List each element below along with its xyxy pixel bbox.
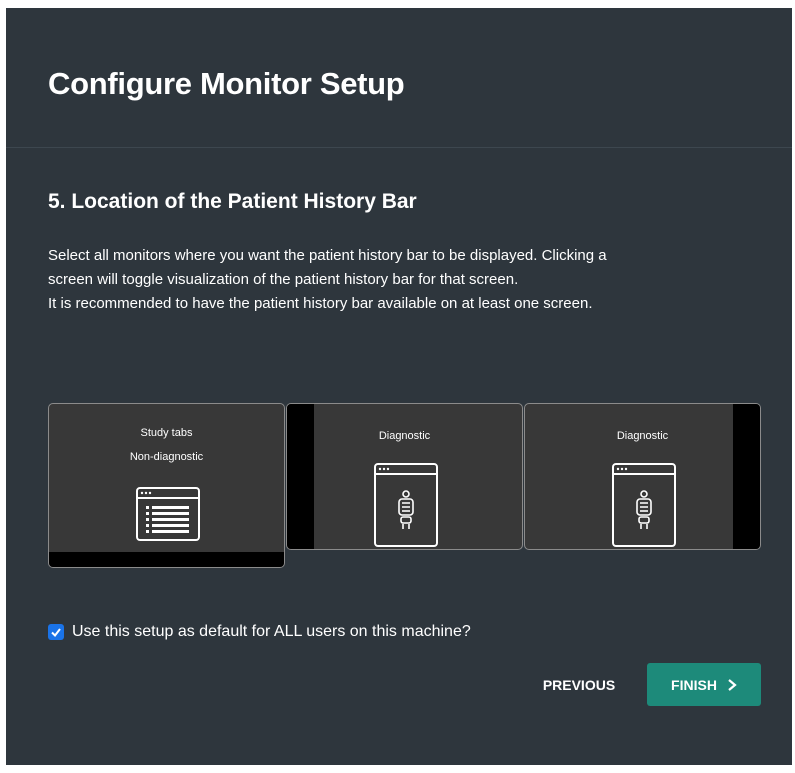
previous-button[interactable]: PREVIOUS xyxy=(526,663,632,706)
description-line: It is recommended to have the patient hi… xyxy=(48,295,593,312)
description-line: screen will toggle visualization of the … xyxy=(48,271,519,288)
monitor-2-diagnostic[interactable]: Diagnostic xyxy=(286,403,523,550)
description-line: Select all monitors where you want the p… xyxy=(48,247,607,264)
worklist-window-icon xyxy=(136,487,200,541)
step-description: Select all monitors where you want the p… xyxy=(48,244,748,316)
configure-monitor-dialog: Configure Monitor Setup 5. Location of t… xyxy=(6,8,792,765)
monitor-label: Diagnostic xyxy=(378,430,431,442)
monitor-sublabel: Non-diagnostic xyxy=(129,451,204,463)
xray-window-icon xyxy=(612,463,676,547)
patient-history-bar xyxy=(287,404,314,549)
monitor-3-diagnostic[interactable]: Diagnostic xyxy=(524,403,761,550)
finish-button-label: FINISH xyxy=(671,676,717,693)
finish-button[interactable]: FINISH xyxy=(647,663,761,706)
xray-window-icon xyxy=(374,463,438,547)
default-setup-label: Use this setup as default for ALL users … xyxy=(72,623,471,640)
monitor-label: Diagnostic xyxy=(616,430,669,442)
patient-history-bar xyxy=(733,404,760,549)
monitor-label: Study tabs xyxy=(140,427,193,439)
default-setup-option[interactable]: Use this setup as default for ALL users … xyxy=(48,621,471,643)
monitor-1-study-tabs[interactable]: Study tabs Non-diagnostic xyxy=(48,403,285,568)
chevron-right-icon xyxy=(728,678,737,691)
checkmark-icon xyxy=(51,628,61,638)
default-setup-checkbox[interactable] xyxy=(48,624,64,640)
step-title: 5. Location of the Patient History Bar xyxy=(48,190,417,213)
patient-history-bar xyxy=(49,552,284,567)
dialog-header: Configure Monitor Setup xyxy=(6,8,792,148)
dialog-title: Configure Monitor Setup xyxy=(48,66,405,101)
